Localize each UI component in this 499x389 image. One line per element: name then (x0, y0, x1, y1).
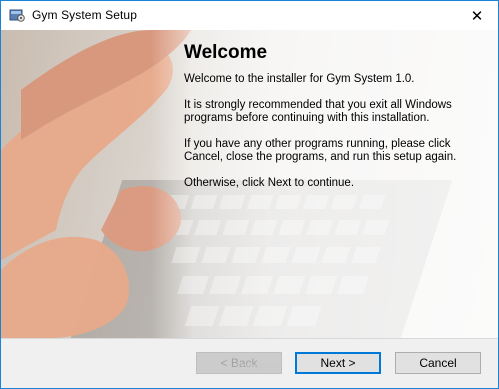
setup-window: Gym System Setup ✕ Welcome Welcome to th… (0, 0, 499, 389)
welcome-text: Welcome to the installer for Gym System … (184, 73, 415, 85)
page-title: Welcome (184, 42, 268, 63)
close-button[interactable]: ✕ (460, 3, 494, 28)
watermark: mrsnap.com (236, 361, 281, 370)
window-title: Gym System Setup (32, 8, 137, 22)
running-programs-text: If you have any other programs running, … (184, 138, 457, 163)
title-bar[interactable]: Gym System Setup ✕ (1, 1, 498, 30)
close-icon: ✕ (470, 7, 484, 25)
cancel-button[interactable]: Cancel (395, 352, 481, 374)
continue-instruction-text: Otherwise, click Next to continue. (184, 177, 355, 189)
recommendation-text: It is strongly recommended that you exit… (184, 99, 452, 124)
next-button[interactable]: Next > (295, 352, 381, 374)
wizard-content: Welcome Welcome to the installer for Gym… (1, 30, 498, 338)
installer-box-icon (9, 9, 25, 22)
